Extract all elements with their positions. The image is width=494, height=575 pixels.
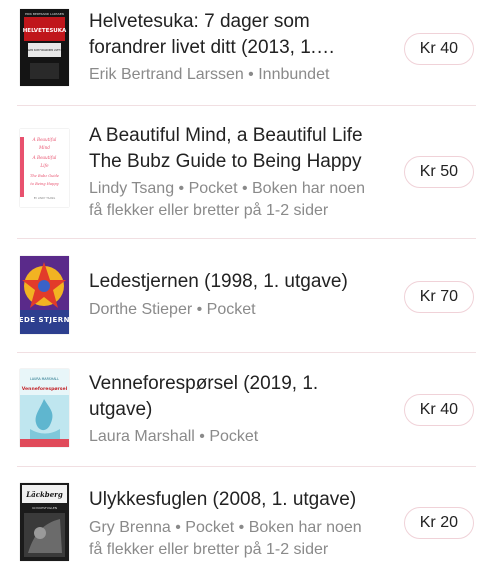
cover-author-text: LAURA MARSHALL [30,377,59,381]
book-meta: Lindy Tsang • Pocket • Boken har noen få… [89,180,365,219]
price-button[interactable]: Kr 50 [403,156,474,188]
cover-title-text: HELVETESUKA [23,28,67,34]
cover-line: Mind [38,145,50,150]
book-title[interactable]: Helvetesuka: 7 dager som forandrer livet… [89,9,379,61]
cover-line: The Bubz Guide [30,174,59,178]
book-title[interactable]: Ledestjernen (1998, 1. utgave) [89,269,379,295]
cover-line: Life [39,163,49,168]
price-button[interactable]: Kr 20 [403,507,474,539]
cover-line: A Beautiful [32,155,57,160]
book-cover: LAURA MARSHALL Venneforespørsel [20,369,69,447]
book-meta: Laura Marshall • Pocket [89,428,259,445]
book-cover: A Beautiful Mind A Beautiful Life The Bu… [20,129,69,207]
book-cover: LEDE STJERNE [20,256,69,334]
book-title[interactable]: A Beautiful Mind, a Beautiful Life The B… [89,123,379,175]
price-button[interactable]: Kr 40 [403,33,474,65]
book-cover: ERIK BERTRAND LARSSEN HELVETESUKA 7 DAGE… [20,9,69,86]
book-meta: Dorthe Stieper • Pocket [89,301,256,318]
book-meta: Erik Bertrand Larssen • Innbundet [89,66,330,83]
cover-author-text: BY LINDY TSANG [34,196,55,200]
price-button[interactable]: Kr 70 [403,281,474,313]
book-cover: Läckberg ULYKKESFUGLEN [20,483,69,561]
list-item[interactable]: LAURA MARSHALL Venneforespørsel Vennefor… [0,353,494,465]
cover-author-text: Läckberg [25,490,63,499]
book-title[interactable]: Venneforespørsel (2019, 1. utgave) [89,371,379,423]
cover-author-text: ERIK BERTRAND LARSSEN [25,12,64,16]
cover-line: A Beautiful [32,137,57,142]
list-item[interactable]: Läckberg ULYKKESFUGLEN Ulykkesfuglen (20… [0,467,494,575]
book-list: ERIK BERTRAND LARSSEN HELVETESUKA 7 DAGE… [0,0,494,575]
cover-title-text: Venneforespørsel [22,386,68,392]
cover-title-text: LEDE STJERNE [20,316,69,324]
cover-line: to Being Happy [30,182,59,186]
cover-subtitle-text: 7 DAGER SOM FORANDRER LIVET DITT [23,49,66,52]
cover-title-text: ULYKKESFUGLEN [32,506,57,510]
book-meta: Gry Brenna • Pocket • Boken har noen få … [89,519,362,558]
book-title[interactable]: Ulykkesfuglen (2008, 1. utgave) [89,487,379,513]
price-button[interactable]: Kr 40 [403,394,474,426]
list-item[interactable]: ERIK BERTRAND LARSSEN HELVETESUKA 7 DAGE… [0,0,494,105]
list-item[interactable]: LEDE STJERNE Ledestjernen (1998, 1. utga… [0,239,494,351]
list-item[interactable]: A Beautiful Mind A Beautiful Life The Bu… [0,106,494,237]
